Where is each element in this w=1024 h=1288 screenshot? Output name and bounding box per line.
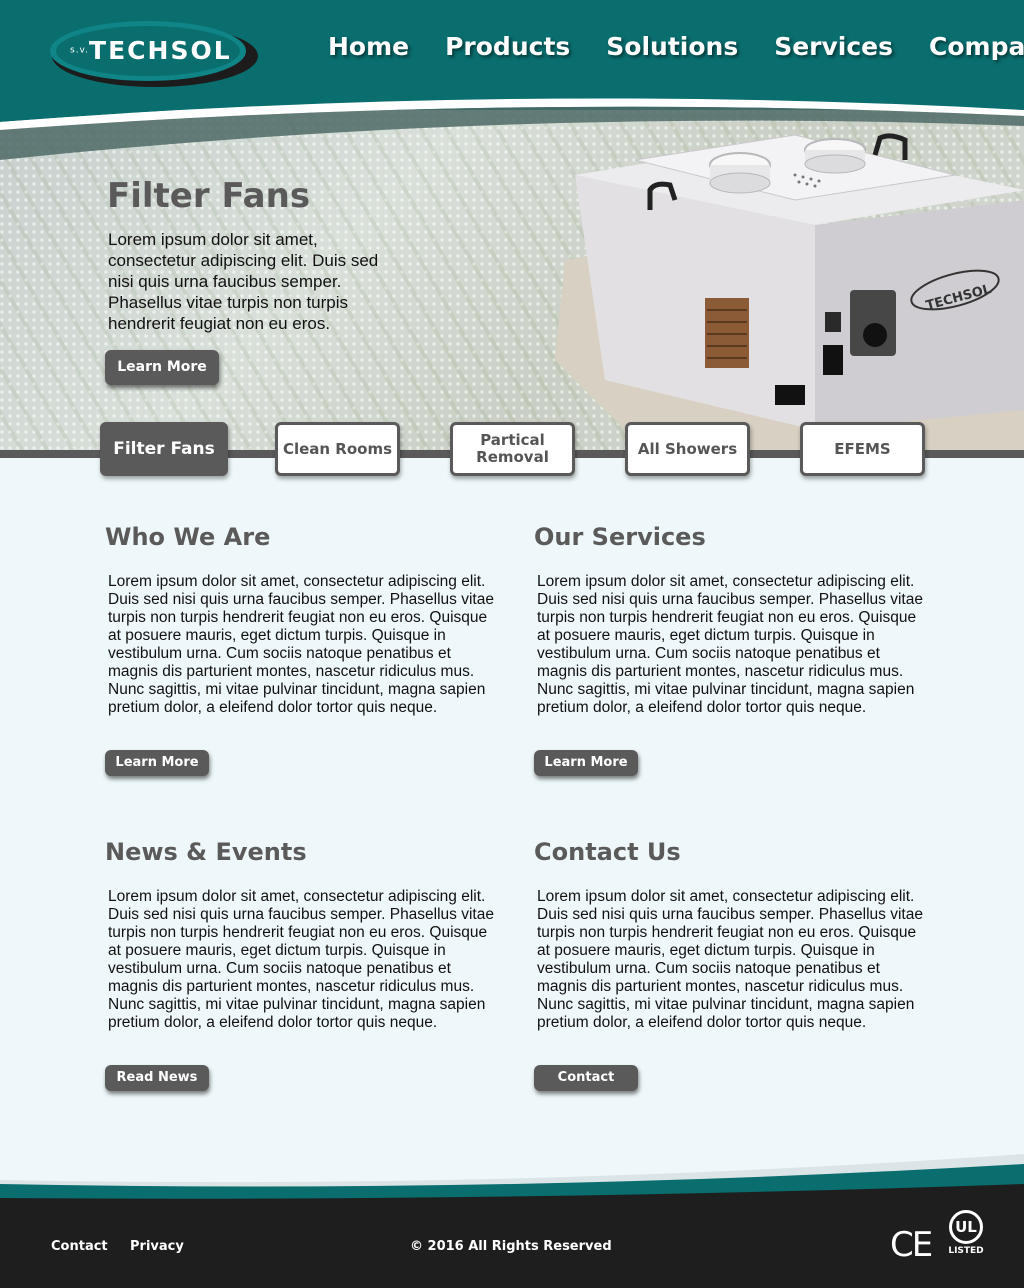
- nav-solutions[interactable]: Solutions: [606, 32, 738, 61]
- tab-clean-rooms[interactable]: Clean Rooms: [275, 422, 400, 476]
- our-services-title: Our Services: [534, 523, 706, 551]
- main-nav: Home Products Solutions Services Company: [310, 32, 1024, 61]
- read-news-button[interactable]: Read News: [105, 1065, 209, 1091]
- tab-all-showers[interactable]: All Showers: [625, 422, 750, 476]
- hero-title: Filter Fans: [107, 176, 311, 216]
- ul-listed-icon: UL LISTED: [946, 1210, 986, 1266]
- ul-circle-icon: UL: [949, 1210, 983, 1244]
- contact-button[interactable]: Contact: [534, 1065, 638, 1091]
- nav-company[interactable]: Company: [929, 32, 1024, 61]
- tab-partical-removal[interactable]: Partical Removal: [450, 422, 575, 476]
- hero-learn-more-button[interactable]: Learn More: [105, 350, 219, 385]
- ce-mark-icon: CE: [890, 1225, 933, 1265]
- contact-us-text: Lorem ipsum dolor sit amet, consectetur …: [537, 888, 923, 1031]
- footer-privacy-link[interactable]: Privacy: [130, 1239, 184, 1254]
- logo-name: TECHSOL: [89, 36, 232, 65]
- news-events-text: Lorem ipsum dolor sit amet, consectetur …: [108, 888, 494, 1031]
- tab-efems[interactable]: EFEMS: [800, 422, 925, 476]
- who-we-are-title: Who We Are: [105, 523, 271, 551]
- news-events-title: News & Events: [105, 838, 307, 866]
- who-we-are-learn-more-button[interactable]: Learn More: [105, 750, 209, 776]
- nav-services[interactable]: Services: [774, 32, 893, 61]
- nav-products[interactable]: Products: [445, 32, 570, 61]
- filter-fan-product-image: TECHSOL: [555, 133, 1024, 450]
- our-services-learn-more-button[interactable]: Learn More: [534, 750, 638, 776]
- contact-us-title: Contact Us: [534, 838, 681, 866]
- who-we-are-text: Lorem ipsum dolor sit amet, consectetur …: [108, 573, 494, 716]
- copyright-text: © 2016 All Rights Reserved: [410, 1239, 612, 1254]
- footer-contact-link[interactable]: Contact: [51, 1239, 108, 1254]
- ul-listed-label: LISTED: [948, 1246, 984, 1256]
- our-services-text: Lorem ipsum dolor sit amet, consectetur …: [537, 573, 923, 716]
- hero-description: Lorem ipsum dolor sit amet, consectetur …: [108, 230, 379, 333]
- logo-prefix: s.v.: [70, 45, 90, 56]
- tab-filter-fans[interactable]: Filter Fans: [100, 422, 228, 476]
- logo-text: s.v.TECHSOL: [70, 36, 232, 65]
- nav-home[interactable]: Home: [328, 32, 409, 61]
